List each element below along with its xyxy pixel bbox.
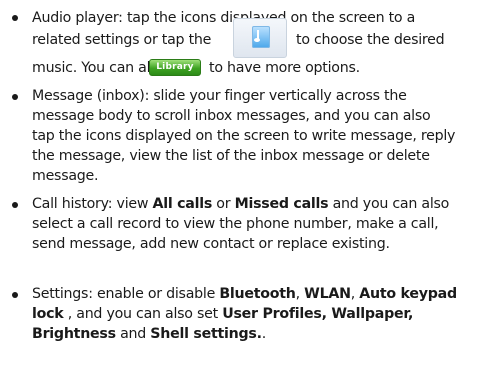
text-line: Message (inbox): slide your finger verti… [32,88,407,104]
text-line: send message, add new contact or replace… [32,236,390,252]
text-line: select a call record to view the phone n… [32,216,439,232]
document-page: Audio player: tap the icons displayed on… [0,0,496,370]
music-note-icon [252,26,270,48]
text-line: related settings or tap the [32,32,212,48]
text-line: Audio player: tap the icons displayed on… [32,10,416,26]
text-line: to choose the desired [296,32,445,48]
text-line: message body to scroll inbox messages, a… [32,108,431,124]
text-line: the message, view the list of the inbox … [32,148,430,164]
bullet-icon [12,94,18,100]
library-button-icon: Library [149,59,201,76]
text-line: Brightness and Shell settings.. [32,326,267,342]
bullet-icon [12,15,18,21]
text-line: to have more options. [209,60,360,76]
text-line: Settings: enable or disable Bluetooth, W… [32,286,457,302]
text-line: message. [32,168,99,184]
music-player-icon [233,18,287,58]
text-line: tap the icons displayed on the screen to… [32,128,456,144]
text-line: lock , and you can also set User Profile… [32,306,414,322]
text-line: Call history: view All calls or Missed c… [32,196,450,212]
bullet-icon [12,292,18,298]
bullet-icon [12,202,18,208]
